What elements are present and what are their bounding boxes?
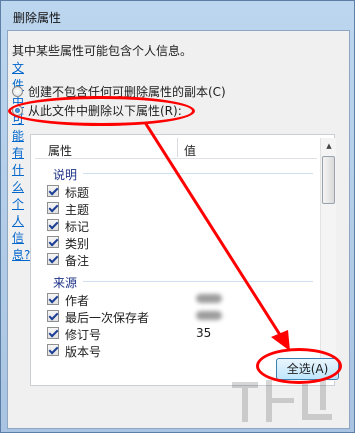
- annotation-arrow: [144, 122, 290, 351]
